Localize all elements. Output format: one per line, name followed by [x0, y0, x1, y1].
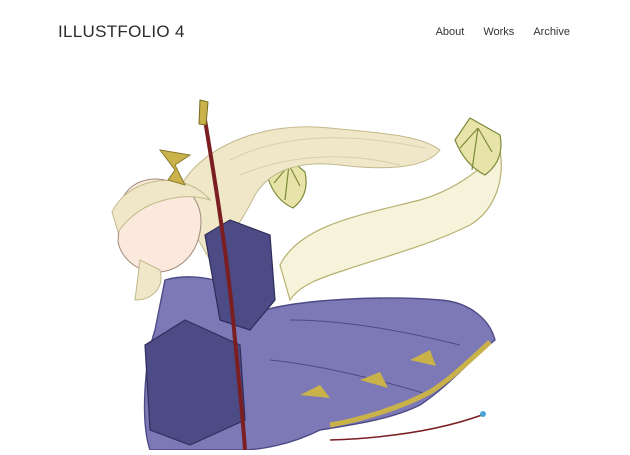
nav-archive-link[interactable]: Archive — [533, 26, 570, 38]
illustration-art — [111, 99, 502, 451]
bow-charm — [480, 411, 486, 417]
site-title[interactable]: ILLUSTFOLIO 4 — [58, 22, 185, 42]
nav-about-link[interactable]: About — [436, 26, 465, 38]
nav-works-link[interactable]: Works — [483, 26, 514, 38]
hero-illustration — [100, 95, 520, 451]
site-header: ILLUSTFOLIO 4 About Works Archive — [0, 0, 630, 70]
flowing-scarf — [279, 148, 502, 302]
main-nav: About Works Archive — [436, 26, 570, 38]
